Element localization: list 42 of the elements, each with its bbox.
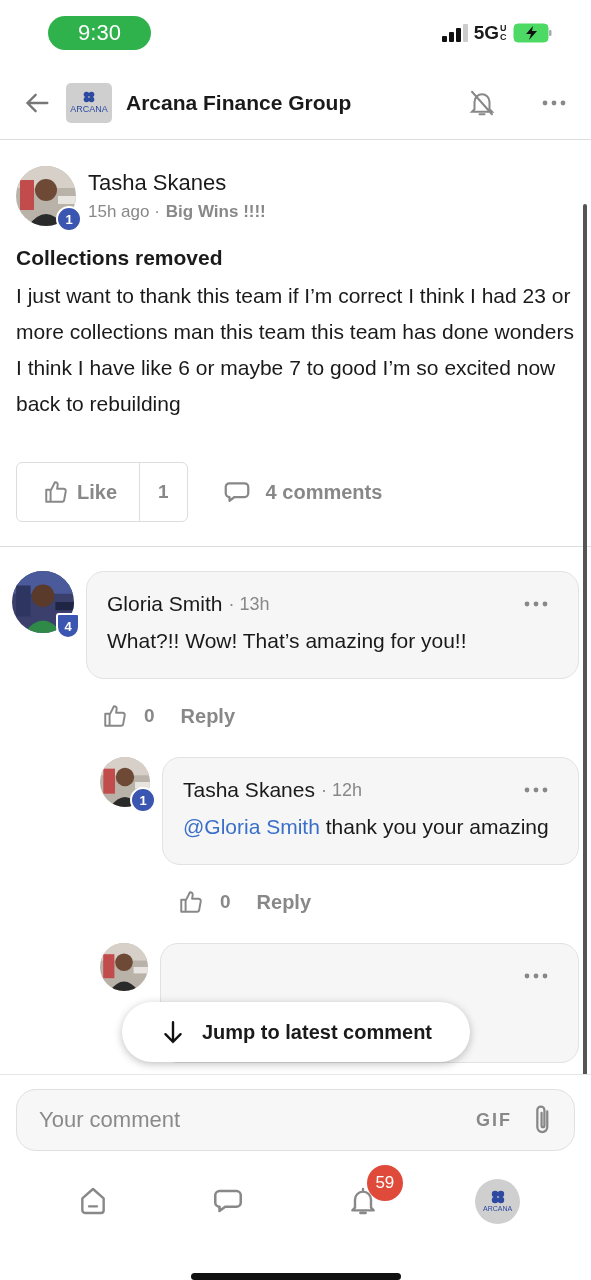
comment-time: · 13h — [228, 593, 270, 615]
comment-text: What?!! Wow! That’s amazing for you!! — [107, 628, 468, 654]
mention-link[interactable]: @Gloria Smith — [183, 815, 320, 838]
comment-field[interactable]: Your comment GIF — [16, 1089, 575, 1151]
thumbs-up-icon — [102, 703, 128, 729]
post-body: I just want to thank this team if I’m correct I think I had 23 or more collections man this team this team has done wonders I think I have like 6 or maybe 7 to good I’m so excited now back to rebuilding — [16, 283, 575, 417]
gif-button[interactable]: GIF — [476, 1109, 512, 1131]
nav-button[interactable]: 59 — [320, 1165, 405, 1237]
status-time: 9:30 — [48, 16, 151, 50]
scrollbar[interactable] — [583, 204, 587, 1074]
thumbs-up-icon — [178, 889, 204, 915]
more-icon[interactable] — [524, 786, 548, 794]
comment-author[interactable]: Tasha Skanes — [183, 778, 315, 802]
post-time: 15h ago · — [88, 202, 160, 222]
battery-icon — [513, 23, 553, 43]
reply-button[interactable]: Reply — [170, 704, 236, 728]
thumbs-up-icon — [43, 479, 69, 505]
more-icon[interactable] — [524, 972, 548, 980]
like-count: 0 — [220, 891, 231, 913]
like-button[interactable]: Like — [17, 463, 141, 521]
signal-icon — [441, 24, 468, 42]
comment-author[interactable]: Gloria Smith — [107, 592, 223, 616]
group-logo: ARCANA — [66, 82, 112, 123]
group-title: Arcana Finance Group — [126, 90, 353, 115]
comment-time: · 12h — [320, 779, 362, 801]
comment-text: @Gloria Smith thank you your amazing — [183, 814, 550, 840]
jump-to-latest-button[interactable]: Jump to latest comment — [122, 1002, 470, 1062]
notification-badge: 59 — [366, 1165, 403, 1201]
level-badge: 1 — [130, 787, 156, 813]
more-icon[interactable] — [541, 98, 567, 107]
level-badge: 1 — [56, 206, 82, 232]
post-author[interactable]: Tasha Skanes — [88, 170, 266, 196]
logo-icon — [83, 91, 95, 103]
like-count: 0 — [144, 705, 155, 727]
post-category[interactable]: Big Wins !!!! — [165, 202, 266, 222]
post-title: Collections removed — [16, 246, 224, 270]
more-icon[interactable] — [524, 600, 548, 608]
reply-button[interactable]: Reply — [246, 890, 312, 914]
logo-icon — [490, 1190, 505, 1204]
like-count: 1 — [157, 481, 170, 503]
level-badge: 4 — [56, 613, 80, 639]
comments-button[interactable]: 4 comments — [215, 476, 389, 508]
